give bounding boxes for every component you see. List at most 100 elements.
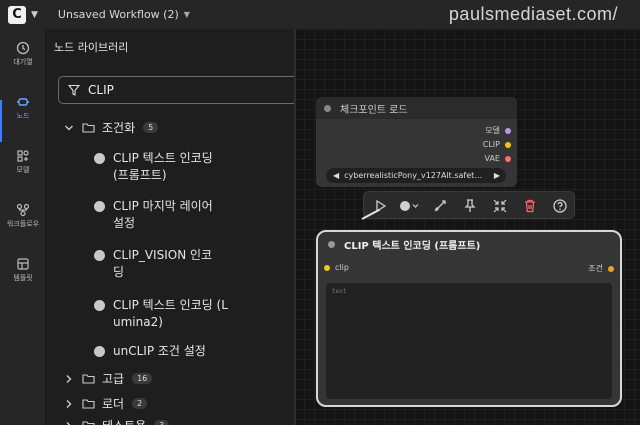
result-label: CLIP 텍스트 인코딩 (L umina2) — [113, 297, 228, 331]
node-header[interactable]: 체크포인트 로드 — [316, 97, 517, 119]
ckpt-name-value: cyberrealisticPony_v127Alt.safet… — [344, 171, 483, 180]
result-line2: (프롬프트) — [113, 168, 167, 182]
node-result-item[interactable]: CLIP 텍스트 인코딩 (L umina2) — [94, 297, 228, 331]
node-header[interactable]: CLIP 텍스트 인코딩 (프롬프트) — [318, 232, 620, 256]
rail-item-workflows[interactable]: 워크플로우 — [0, 203, 46, 229]
arrow-right-icon[interactable]: ▶ — [494, 171, 500, 180]
collapse-dot-icon[interactable] — [328, 240, 335, 248]
slot-dot-icon[interactable] — [505, 155, 511, 162]
left-rail: 대기열 노드 모델 워크플로우 템플릿 — [0, 29, 46, 425]
folder-label: 조건화 — [102, 121, 136, 135]
count-badge: 3 — [154, 420, 170, 425]
prompt-textarea[interactable]: text — [326, 283, 612, 399]
slot-label: VAE — [484, 154, 501, 163]
chevron-down-icon — [65, 125, 73, 130]
collapse-dot-icon[interactable] — [324, 104, 331, 112]
search-value[interactable]: CLIP — [88, 83, 114, 97]
folder-label: 로더 — [102, 397, 125, 411]
result-label: CLIP_VISION 인코딩 — [113, 247, 212, 281]
rail-label: 워크플로우 — [6, 220, 40, 228]
result-line2: 설정 — [113, 216, 136, 230]
rail-label: 모델 — [16, 166, 30, 174]
output-slot-model[interactable]: 모델 — [485, 125, 511, 136]
slot-dot-icon[interactable] — [505, 141, 511, 148]
result-line2: 딩 — [113, 265, 125, 279]
chevron-down-icon: ▼ — [183, 10, 190, 19]
app-logo[interactable]: C — [8, 5, 26, 24]
workflow-icon — [16, 203, 30, 217]
folder-open-icon — [82, 123, 95, 133]
slot-dot-icon[interactable] — [608, 265, 614, 272]
help-icon[interactable] — [552, 198, 568, 214]
result-line1: CLIP 텍스트 인코딩 — [113, 151, 213, 165]
rail-item-nodes[interactable]: 노드 — [0, 95, 46, 121]
result-line1: CLIP 마지막 레이어 — [113, 199, 213, 213]
workflow-tab[interactable]: Unsaved Workflow (2) ▼ — [58, 8, 190, 21]
rail-label: 대기열 — [13, 58, 33, 66]
workflow-title: Unsaved Workflow (2) — [57, 8, 179, 21]
bullet-icon — [94, 300, 105, 311]
result-label: CLIP 텍스트 인코딩 (프롬프트) — [113, 150, 213, 184]
selection-toolbar — [363, 191, 575, 219]
input-slot-clip[interactable]: clip — [324, 263, 349, 272]
panel-divider[interactable] — [294, 29, 296, 425]
slot-dot-icon[interactable] — [324, 264, 330, 271]
clip-text-encode-node[interactable]: CLIP 텍스트 인코딩 (프롬프트) clip 조건 text — [316, 230, 622, 407]
trash-icon[interactable] — [522, 198, 538, 214]
bullet-icon — [94, 201, 105, 212]
collapse-icon[interactable] — [492, 198, 508, 214]
arrow-left-icon[interactable]: ◀ — [333, 171, 339, 180]
search-input[interactable]: CLIP — [58, 76, 329, 104]
chevron-right-icon — [66, 399, 72, 408]
count-badge: 16 — [132, 373, 153, 384]
folder-row-loaders[interactable]: 로더 2 — [64, 395, 148, 412]
node-title: 체크포인트 로드 — [340, 104, 408, 116]
folder-label: 고급 — [102, 372, 125, 386]
folder-icon — [82, 421, 95, 425]
slot-dot-icon[interactable] — [505, 127, 511, 134]
count-badge: 5 — [143, 122, 159, 133]
result-label: unCLIP 조건 설정 — [113, 344, 206, 358]
watermark: paulsmediaset.com/ — [448, 4, 618, 24]
node-result-item[interactable]: unCLIP 조건 설정 — [94, 343, 206, 360]
node-result-item[interactable]: CLIP 텍스트 인코딩 (프롬프트) — [94, 150, 213, 184]
bullet-icon — [94, 153, 105, 164]
ckpt-name-select[interactable]: ◀ cyberrealisticPony_v127Alt.safet… ▶ — [326, 168, 506, 183]
output-slot-clip[interactable]: CLIP — [483, 140, 511, 149]
result-line1: CLIP 텍스트 인코딩 (L — [113, 298, 228, 312]
color-picker-icon[interactable] — [398, 198, 420, 214]
rail-label: 노드 — [16, 112, 30, 120]
slot-label: CLIP — [482, 140, 500, 149]
rail-label: 템플릿 — [13, 274, 33, 282]
rail-item-queue[interactable]: 대기열 — [0, 41, 46, 67]
model-icon — [17, 150, 29, 162]
filter-icon[interactable] — [68, 84, 80, 96]
result-line2: umina2) — [113, 315, 163, 329]
folder-icon — [82, 374, 95, 384]
textarea-placeholder: text — [332, 288, 347, 295]
output-slot-conditioning[interactable]: 조건 — [588, 263, 614, 274]
history-icon — [16, 41, 30, 55]
node-result-item[interactable]: CLIP 마지막 레이어설정 — [94, 198, 213, 232]
node-title: CLIP 텍스트 인코딩 (프롬프트) — [344, 240, 481, 252]
chevron-right-icon — [66, 374, 72, 383]
slot-label: 모델 — [485, 126, 500, 135]
checkpoint-loader-node[interactable]: 체크포인트 로드 모델 CLIP VAE ◀ cyberrealisticPon… — [316, 97, 517, 187]
output-slot-vae[interactable]: VAE — [484, 154, 511, 163]
result-label: CLIP 마지막 레이어설정 — [113, 198, 213, 232]
rail-item-templates[interactable]: 템플릿 — [0, 257, 46, 283]
folder-row-conditioning[interactable]: 조건화 5 — [64, 119, 159, 136]
folder-icon — [82, 399, 95, 409]
bypass-icon[interactable] — [432, 198, 448, 214]
pin-icon[interactable] — [462, 198, 478, 214]
slot-label: 조건 — [588, 264, 603, 273]
count-badge: 2 — [132, 398, 148, 409]
node-result-item[interactable]: CLIP_VISION 인코딩 — [94, 247, 212, 281]
rail-item-models[interactable]: 모델 — [0, 149, 46, 175]
top-bar: C ▼ Unsaved Workflow (2) ▼ paulsmediaset… — [0, 0, 640, 29]
folder-row-advanced[interactable]: 고급 16 — [64, 370, 153, 387]
result-line1: CLIP_VISION 인코 — [113, 248, 213, 262]
panel-title: 노드 라이브러리 — [54, 41, 129, 54]
chevron-down-icon[interactable]: ▼ — [31, 10, 38, 20]
folder-row-testing[interactable]: 테스트용 3 — [64, 417, 170, 425]
